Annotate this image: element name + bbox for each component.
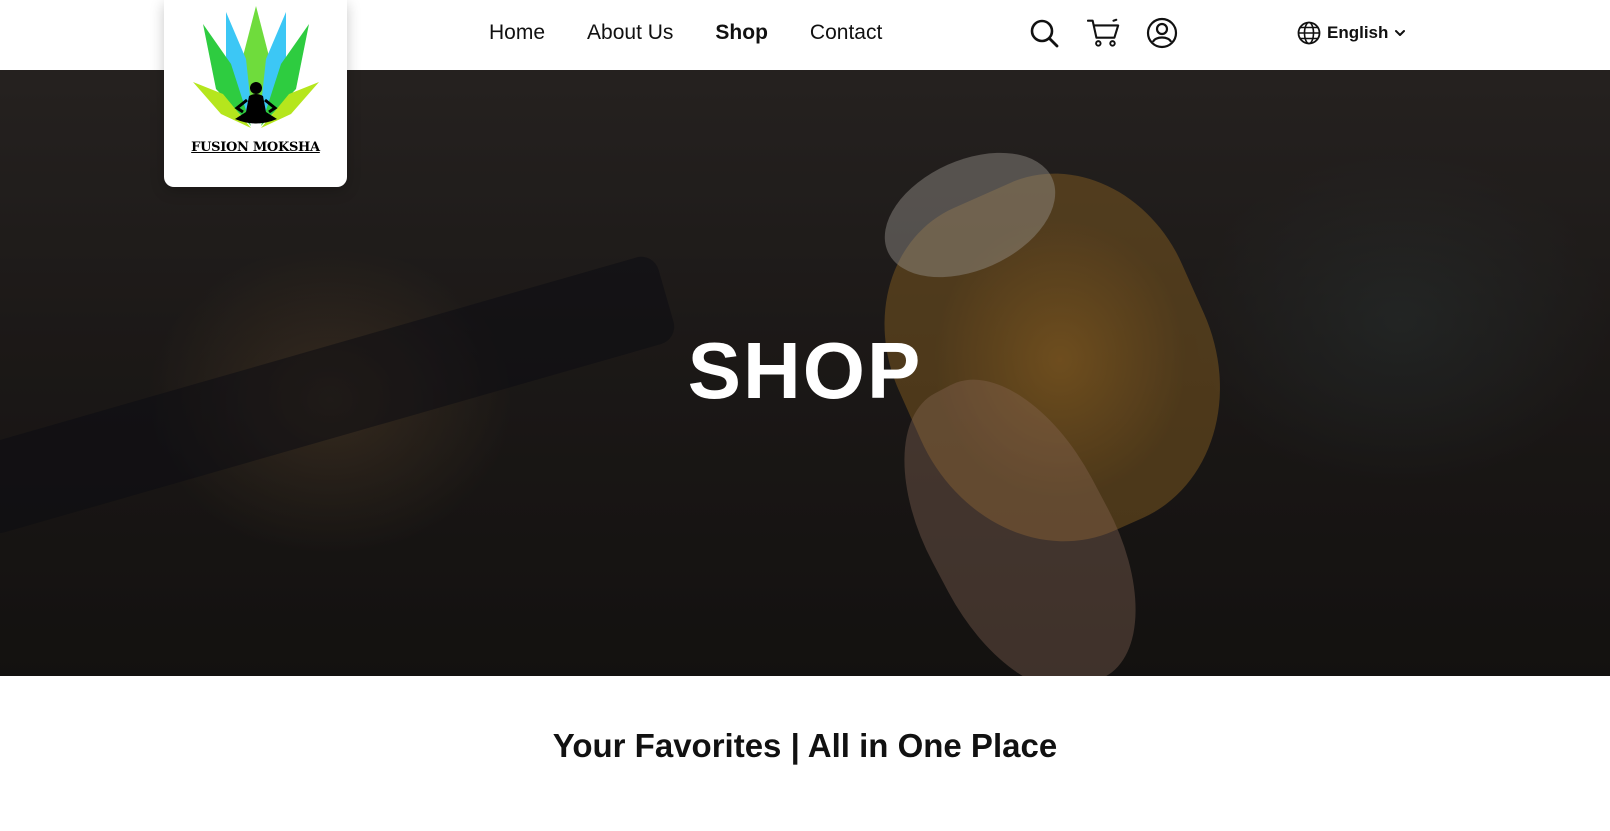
chevron-down-icon — [1395, 30, 1406, 36]
language-label: English — [1327, 23, 1389, 42]
nav-shop[interactable]: Shop — [715, 20, 768, 46]
search-icon — [1030, 19, 1059, 48]
cart-button[interactable] — [1087, 16, 1121, 50]
fusion-moksha-logo-icon — [192, 6, 319, 128]
logo[interactable]: FUSION MOKSHA — [164, 0, 347, 187]
language-selector[interactable]: English — [1297, 21, 1406, 45]
section-title: Your Favorites | All in One Place — [552, 727, 1058, 764]
account-button[interactable] — [1145, 16, 1179, 50]
globe-icon — [1297, 21, 1321, 45]
nav-home[interactable]: Home — [489, 20, 545, 46]
search-button[interactable] — [1027, 16, 1061, 50]
hero-title: SHOP — [687, 326, 923, 415]
logo-wordmark: FUSION MOKSHA — [191, 140, 320, 155]
cart-icon — [1087, 18, 1120, 47]
main-nav: Home About Us Shop Contact — [489, 20, 924, 46]
nav-contact[interactable]: Contact — [810, 20, 882, 46]
nav-about-us[interactable]: About Us — [587, 20, 673, 46]
user-account-icon — [1146, 17, 1178, 49]
